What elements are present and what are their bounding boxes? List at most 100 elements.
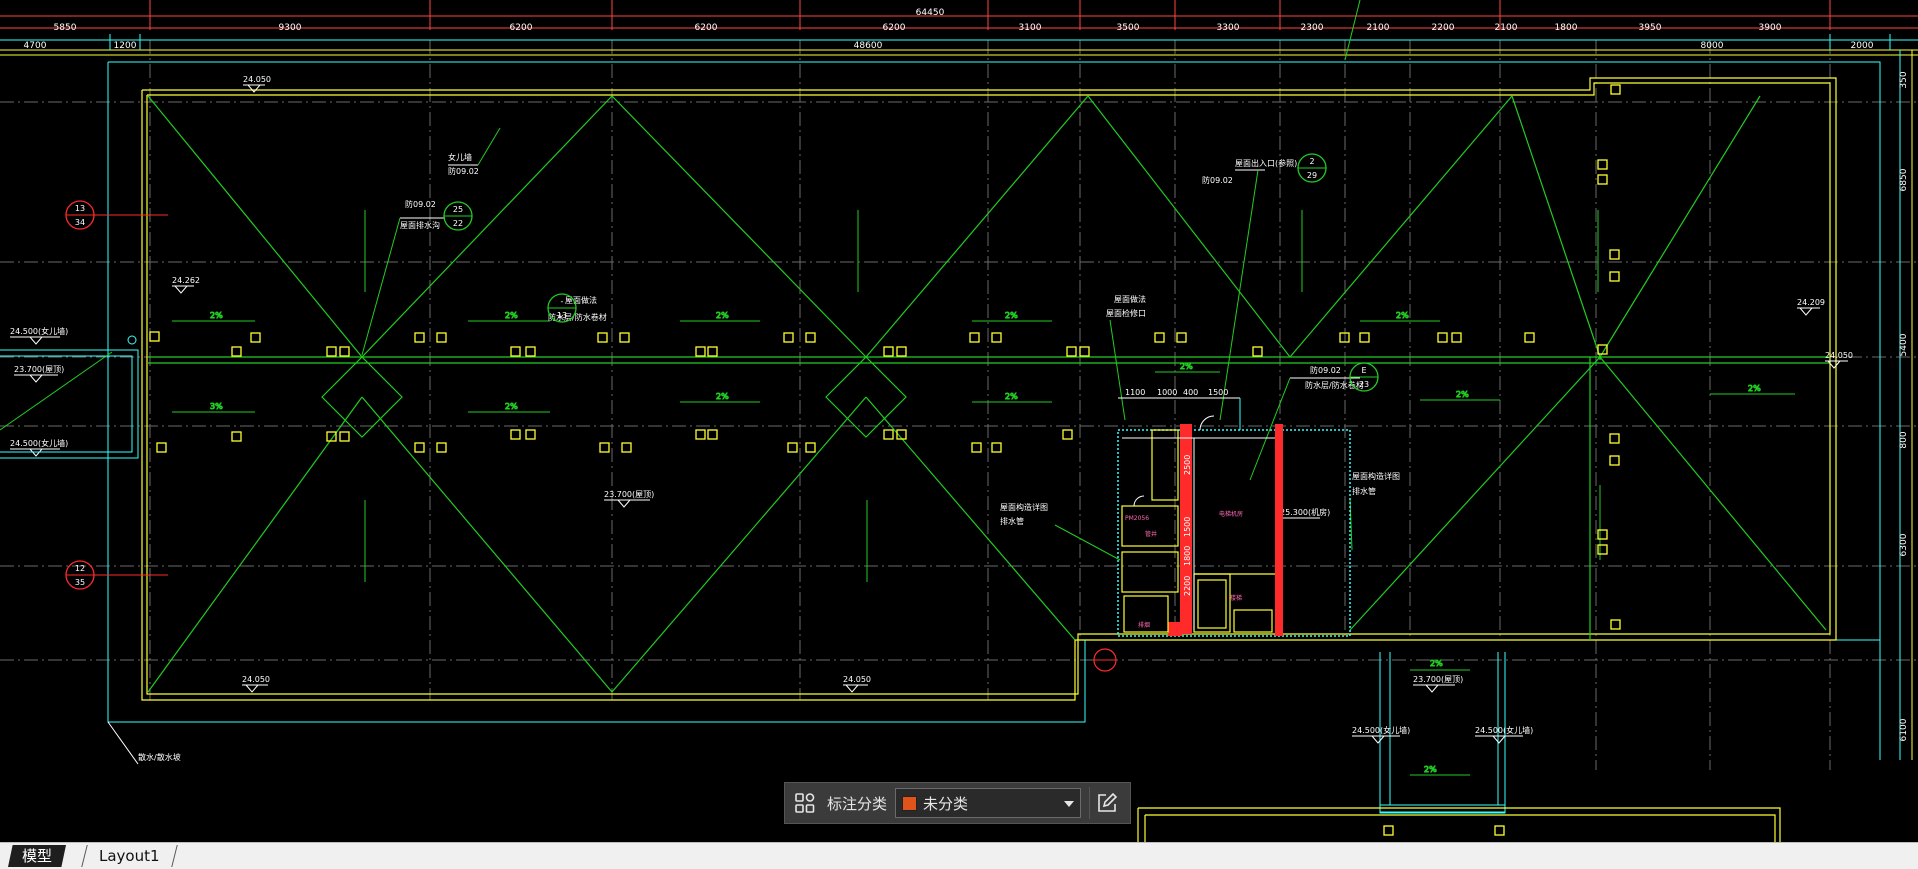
- tab-model[interactable]: 模型: [8, 845, 67, 867]
- svg-text:2%: 2%: [1424, 765, 1437, 774]
- annotation-notes: 女儿墙 防09.02 防09.02 屋面排水沟 屋面出入口(参照) 防09.02…: [107, 127, 1400, 765]
- dim-second: 4700: [24, 41, 47, 51]
- elevation-markers: 24.050 24.262 24.500(女儿墙) 23.700(屋顶) 24.…: [10, 75, 1853, 744]
- svg-text:2%: 2%: [210, 311, 223, 320]
- edit-icon[interactable]: [1089, 787, 1124, 819]
- svg-text:屋面出入口(参照): 屋面出入口(参照): [1235, 158, 1297, 168]
- annotation-category-toolbar: 标注分类 未分类: [784, 782, 1131, 824]
- svg-text:1100: 1100: [1125, 388, 1145, 397]
- svg-text:5400: 5400: [1899, 333, 1909, 356]
- svg-text:防09.02: 防09.02: [1310, 365, 1341, 375]
- svg-text:24.050: 24.050: [843, 675, 871, 684]
- svg-text:2%: 2%: [505, 402, 518, 411]
- svg-text:散水/散水坡: 散水/散水坡: [138, 752, 181, 762]
- dim-second: 48600: [854, 41, 883, 51]
- svg-text:24.050: 24.050: [242, 675, 270, 684]
- dim-top: 6200: [883, 23, 906, 33]
- svg-text:35: 35: [75, 578, 85, 587]
- svg-text:1500: 1500: [1183, 517, 1192, 537]
- svg-text:24.500(女儿墙): 24.500(女儿墙): [1475, 725, 1533, 735]
- svg-text:23: 23: [1359, 380, 1369, 389]
- svg-text:2%: 2%: [716, 311, 729, 320]
- svg-text:24.500(女儿墙): 24.500(女儿墙): [10, 326, 68, 336]
- svg-text:防09.02: 防09.02: [405, 199, 436, 209]
- svg-text:PM2056: PM2056: [1125, 515, 1149, 522]
- svg-text:22: 22: [453, 219, 463, 228]
- dim-top: 2100: [1367, 23, 1390, 33]
- svg-text:29: 29: [1307, 171, 1317, 180]
- svg-text:排水管: 排水管: [1352, 486, 1376, 496]
- dim-top: 1800: [1555, 23, 1578, 33]
- dim-top: 2100: [1495, 23, 1518, 33]
- svg-text:2%: 2%: [1748, 384, 1761, 393]
- svg-text:34: 34: [75, 218, 85, 227]
- svg-text:2%: 2%: [1396, 311, 1409, 320]
- svg-text:排水管: 排水管: [1000, 516, 1024, 526]
- svg-text:1500: 1500: [1208, 388, 1228, 397]
- svg-text:-: -: [561, 297, 564, 306]
- svg-text:3%: 3%: [210, 402, 223, 411]
- layout-tab-bar: 模型 Layout1: [0, 842, 1918, 869]
- slope-arrows: 2% 2% 2% 2% 2% 3% 2% 2% 2% 2% 2% 2% 2% 2…: [172, 210, 1795, 776]
- svg-text:13: 13: [75, 204, 85, 213]
- apps-grid-icon[interactable]: [791, 789, 819, 817]
- category-color-swatch: [902, 795, 918, 811]
- dim-top: 2300: [1301, 23, 1324, 33]
- svg-text:24.500(女儿墙): 24.500(女儿墙): [10, 438, 68, 448]
- dim-top: 9300: [279, 23, 302, 33]
- svg-text:2%: 2%: [716, 392, 729, 401]
- svg-text:12: 12: [75, 564, 85, 573]
- dim-top: 3100: [1019, 23, 1042, 33]
- svg-text:女儿墙: 女儿墙: [448, 152, 472, 162]
- dim-second: 2000: [1851, 41, 1874, 51]
- tab-model-label: 模型: [22, 847, 53, 865]
- svg-text:6100: 6100: [1899, 718, 1909, 741]
- svg-text:23.700(屋顶): 23.700(屋顶): [1413, 675, 1463, 684]
- cad-model-space[interactable]: 64450 5850 9300 6200 6200 6200 3100 3500…: [0, 0, 1918, 842]
- svg-text:2%: 2%: [1005, 311, 1018, 320]
- svg-text:24.050: 24.050: [1825, 351, 1853, 360]
- svg-text:6850: 6850: [1899, 168, 1909, 191]
- svg-text:1800: 1800: [1183, 546, 1192, 566]
- tab-layout1[interactable]: Layout1: [81, 845, 178, 867]
- svg-text:24.050: 24.050: [243, 75, 271, 84]
- right-dimension: 350 6850 5400 800 6300 6100: [1899, 50, 1913, 760]
- svg-text:25: 25: [453, 205, 463, 214]
- axis-grid: [0, 40, 1918, 770]
- toolbar-label: 标注分类: [827, 794, 888, 813]
- svg-text:6300: 6300: [1899, 533, 1909, 556]
- svg-text:2%: 2%: [1430, 659, 1443, 668]
- svg-text:2%: 2%: [1180, 362, 1193, 371]
- svg-text:排烟: 排烟: [1138, 621, 1150, 629]
- dim-top: 3950: [1639, 23, 1662, 33]
- svg-text:2%: 2%: [1005, 392, 1018, 401]
- svg-text:管井: 管井: [1145, 530, 1157, 538]
- svg-text:23.700(屋顶): 23.700(屋顶): [604, 490, 654, 499]
- svg-text:400: 400: [1183, 388, 1198, 397]
- svg-text:13: 13: [557, 311, 567, 320]
- svg-text:防09.02: 防09.02: [448, 166, 479, 176]
- roof-outline-yellow: [141, 77, 1837, 842]
- dim-top: 2200: [1432, 23, 1455, 33]
- tab-layout1-label: Layout1: [99, 847, 160, 865]
- dim-top: 3500: [1117, 23, 1140, 33]
- svg-text:防09.02: 防09.02: [1202, 175, 1233, 185]
- svg-text:24.500(女儿墙): 24.500(女儿墙): [1352, 725, 1410, 735]
- svg-text:2200: 2200: [1183, 576, 1192, 596]
- dim-top: 5850: [54, 23, 77, 33]
- svg-text:2: 2: [1309, 157, 1314, 166]
- svg-text:屋面排水沟: 屋面排水沟: [400, 220, 440, 230]
- dim-second: 8000: [1701, 41, 1724, 51]
- dim-top: 3900: [1759, 23, 1782, 33]
- svg-text:防水层/防水卷材: 防水层/防水卷材: [1305, 380, 1364, 390]
- svg-text:楼梯: 楼梯: [1230, 594, 1242, 602]
- svg-text:屋面检修口: 屋面检修口: [1106, 308, 1146, 318]
- svg-text:2500: 2500: [1183, 455, 1192, 475]
- dim-total: 64450: [916, 8, 945, 18]
- dim-top: 3300: [1217, 23, 1240, 33]
- category-dropdown[interactable]: 未分类: [895, 788, 1081, 818]
- svg-text:350: 350: [1899, 71, 1909, 88]
- dim-top: 6200: [695, 23, 718, 33]
- svg-text:屋面构造详图: 屋面构造详图: [1000, 502, 1048, 512]
- svg-text:电梯机房: 电梯机房: [1219, 510, 1243, 518]
